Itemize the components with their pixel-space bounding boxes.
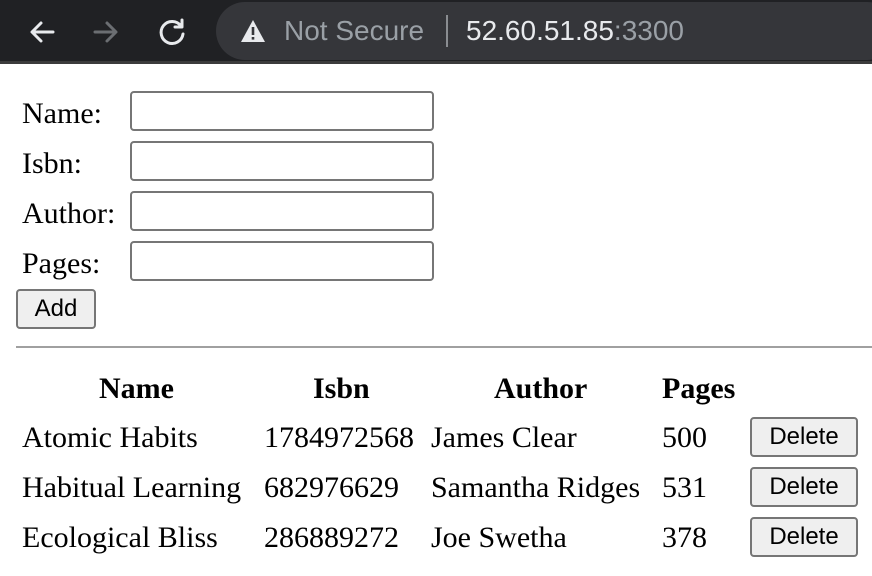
book-author-cell: James Clear <box>431 421 577 454</box>
book-author-cell: Joe Swetha <box>431 521 567 554</box>
pages-input[interactable] <box>130 241 434 281</box>
book-isbn-cell: 1784972568 <box>264 421 414 454</box>
browser-toolbar: Not Secure 52.60.51.85:3300 <box>0 0 872 64</box>
column-header-pages: Pages <box>662 372 736 405</box>
delete-button[interactable]: Delete <box>750 517 858 557</box>
delete-button[interactable]: Delete <box>750 417 858 457</box>
column-header-name: Name <box>99 372 174 405</box>
forward-arrow-icon[interactable] <box>86 12 126 52</box>
book-author-cell: Samantha Ridges <box>431 471 641 504</box>
address-bar[interactable]: Not Secure 52.60.51.85:3300 <box>216 2 872 60</box>
page-content: Name: Isbn: Author: Pages: Add Name Isbn… <box>0 67 872 576</box>
divider <box>16 346 872 348</box>
isbn-label: Isbn: <box>22 147 82 180</box>
book-name-cell: Habitual Learning <box>22 471 242 504</box>
book-name-cell: Ecological Bliss <box>22 521 218 554</box>
column-header-author: Author <box>494 372 588 405</box>
delete-button[interactable]: Delete <box>750 467 858 507</box>
security-status-label[interactable]: Not Secure <box>284 15 424 47</box>
url-host: 52.60.51.85 <box>466 15 614 46</box>
add-button[interactable]: Add <box>16 289 96 329</box>
book-pages-cell: 500 <box>662 421 707 454</box>
forward-arrow-svg <box>93 21 118 43</box>
url-text[interactable]: 52.60.51.85:3300 <box>466 15 684 47</box>
warning-triangle-icon[interactable] <box>240 19 266 43</box>
isbn-input[interactable] <box>130 141 434 181</box>
back-arrow-svg <box>30 21 55 43</box>
back-arrow-icon[interactable] <box>22 12 62 52</box>
book-pages-cell: 378 <box>662 521 707 554</box>
book-isbn-cell: 682976629 <box>264 471 399 504</box>
author-input[interactable] <box>130 191 434 231</box>
name-input[interactable] <box>130 91 434 131</box>
address-divider <box>446 15 448 47</box>
book-name-cell: Atomic Habits <box>22 421 198 454</box>
reload-svg <box>159 18 185 45</box>
book-pages-cell: 531 <box>662 471 707 504</box>
author-label: Author: <box>22 197 116 230</box>
book-isbn-cell: 286889272 <box>264 521 399 554</box>
column-header-isbn: Isbn <box>313 372 370 405</box>
pages-label: Pages: <box>22 247 101 280</box>
url-port: :3300 <box>613 15 684 46</box>
reload-icon[interactable] <box>152 12 192 52</box>
name-label: Name: <box>22 97 102 130</box>
